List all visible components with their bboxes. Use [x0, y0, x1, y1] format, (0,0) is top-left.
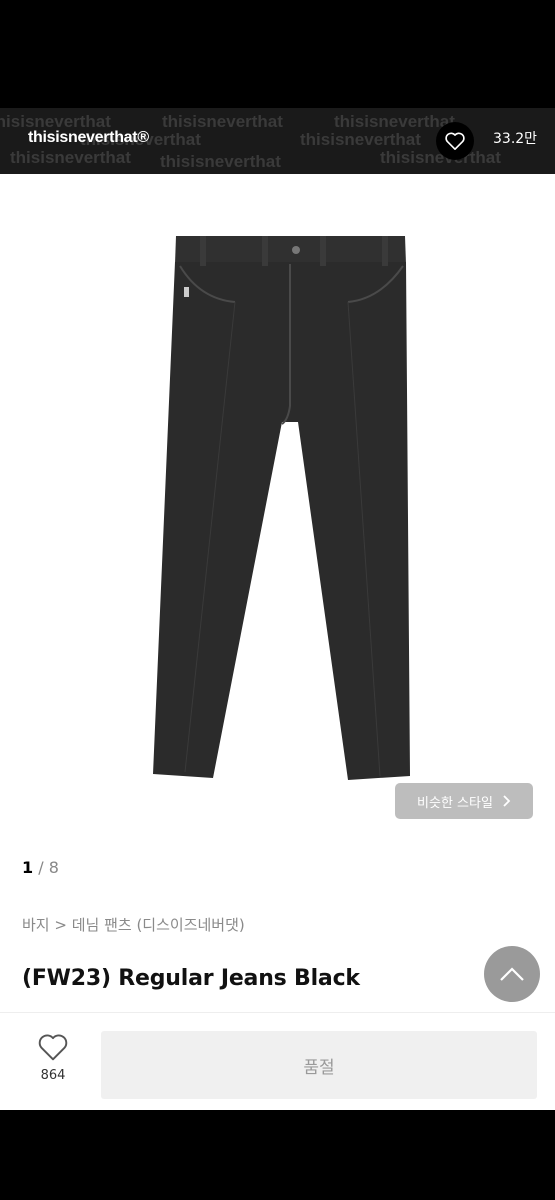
- heart-icon: [445, 132, 465, 150]
- similar-style-button[interactable]: 비슷한 스타일: [395, 783, 533, 819]
- home-indicator-area: [0, 1110, 555, 1200]
- pager-total: 8: [48, 858, 59, 877]
- favorite-count: 33.2만: [493, 131, 538, 147]
- brand-name[interactable]: thisisneverthat®: [28, 129, 149, 147]
- breadcrumb[interactable]: 바지 > 데님 팬츠 (디스이즈네버댓): [22, 914, 245, 935]
- chevron-right-icon: [503, 795, 511, 807]
- like-button[interactable]: 864: [22, 1032, 84, 1096]
- divider: [0, 1012, 555, 1013]
- soldout-button[interactable]: 품절: [101, 1031, 537, 1099]
- product-content: 비슷한 스타일 1 / 8 바지 > 데님 팬츠 (디스이즈네버댓) (FW23…: [0, 174, 555, 1110]
- chevron-up-icon: [500, 967, 524, 981]
- heart-icon: [38, 1034, 68, 1061]
- like-count: 864: [40, 1068, 66, 1083]
- product-title: (FW23) Regular Jeans Black: [22, 966, 360, 991]
- jeans-image: [153, 236, 410, 780]
- image-pager: 1 / 8: [22, 858, 59, 877]
- favorite-brand-button[interactable]: [436, 122, 474, 160]
- product-image[interactable]: [0, 174, 555, 834]
- similar-style-label: 비슷한 스타일: [417, 795, 493, 811]
- status-bar-area: [0, 0, 555, 108]
- scroll-to-top-button[interactable]: [484, 946, 540, 1002]
- pager-current: 1: [22, 858, 34, 877]
